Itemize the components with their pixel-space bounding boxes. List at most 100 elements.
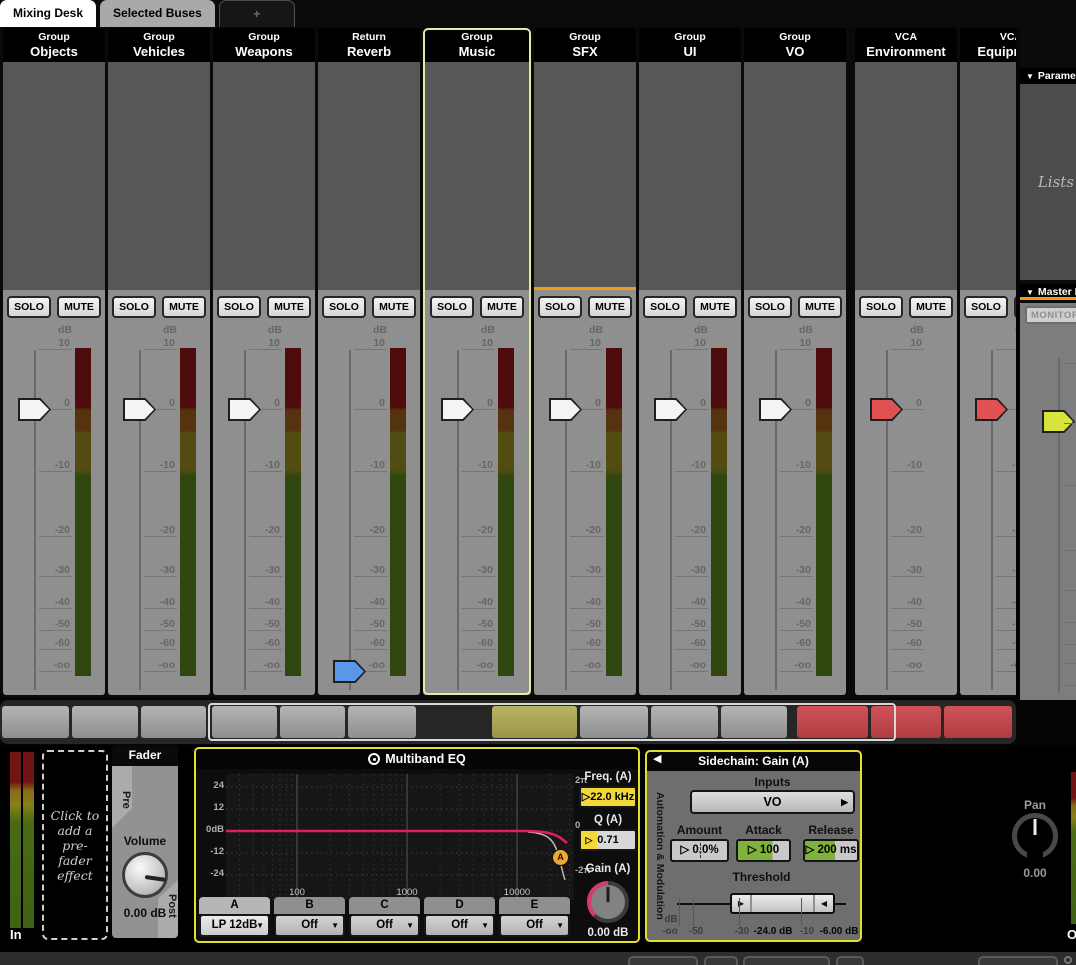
pan-knob[interactable] <box>1012 813 1058 859</box>
volume-knob[interactable] <box>122 852 168 898</box>
mute-button[interactable]: MUTE <box>588 296 632 318</box>
mute-button[interactable]: MUTE <box>267 296 311 318</box>
gain-value[interactable]: 0.00 dB <box>579 927 637 939</box>
inputs-dropdown[interactable]: VO▶ <box>690 790 855 814</box>
mute-button[interactable]: MUTE <box>1014 296 1016 318</box>
freq-value-box[interactable]: ▷22.0 kHz <box>579 786 637 808</box>
channel-strip-environment[interactable]: VCA Environment SOLO MUTE dB 100-10-20-3… <box>855 28 957 695</box>
bypass-toggle-icon[interactable] <box>368 753 380 765</box>
eq-panel-header[interactable]: Multiband EQ <box>196 749 638 769</box>
amount-value-box[interactable]: ▷ 0.0% <box>670 839 729 862</box>
mute-button[interactable]: MUTE <box>798 296 842 318</box>
strip-effect-deck[interactable] <box>108 62 210 290</box>
channel-strip-ui[interactable]: Group UI SOLO MUTE dB 100-10-20-30-40-50… <box>639 28 741 695</box>
eq-band-a-handle[interactable]: A <box>552 849 569 866</box>
clipped-button[interactable] <box>743 956 830 965</box>
strip-header[interactable]: Group UI <box>639 28 741 62</box>
strip-effect-deck[interactable] <box>534 62 636 290</box>
solo-button[interactable]: SOLO <box>430 296 474 318</box>
strip-header[interactable]: Group VO <box>744 28 846 62</box>
sidechain-header[interactable]: Sidechain: Gain (A) <box>647 752 860 771</box>
eq-band-type-dropdown[interactable]: Off▼ <box>274 914 345 937</box>
strip-effect-deck[interactable] <box>423 62 531 290</box>
clipped-button[interactable] <box>978 956 1058 965</box>
solo-button[interactable]: SOLO <box>7 296 51 318</box>
solo-button[interactable]: SOLO <box>643 296 687 318</box>
overview-block[interactable] <box>2 706 69 738</box>
add-prefader-effect-slot[interactable]: Click to add a pre-fader effect <box>42 750 108 940</box>
solo-button[interactable]: SOLO <box>859 296 903 318</box>
eq-band-tab[interactable]: B <box>274 897 345 914</box>
eq-band-tab[interactable]: D <box>424 897 495 914</box>
eq-band-type-dropdown[interactable]: Off▼ <box>499 914 570 937</box>
strip-header[interactable]: VCA Environment <box>855 28 957 62</box>
clipped-knob[interactable] <box>1064 956 1072 964</box>
channel-strip-sfx[interactable]: Group SFX SOLO MUTE dB 100-10-20-30-40-5… <box>534 28 636 695</box>
clipped-button[interactable] <box>836 956 864 965</box>
master-fader-handle[interactable] <box>1042 410 1075 433</box>
clipped-button[interactable] <box>628 956 698 965</box>
strip-effect-deck[interactable] <box>318 62 420 290</box>
clipped-button[interactable] <box>704 956 738 965</box>
mute-button[interactable]: MUTE <box>693 296 737 318</box>
strip-header[interactable]: Group Music <box>423 28 531 62</box>
threshold-high-handle[interactable]: ◀ <box>813 895 833 912</box>
strip-effect-deck[interactable] <box>744 62 846 290</box>
strip-header[interactable]: Group SFX <box>534 28 636 62</box>
eq-graph[interactable] <box>226 774 574 900</box>
strip-effect-deck[interactable] <box>3 62 105 290</box>
solo-button[interactable]: SOLO <box>322 296 366 318</box>
channel-strip-vehicles[interactable]: Group Vehicles SOLO MUTE dB 100-10-20-30… <box>108 28 210 695</box>
overview-block[interactable] <box>141 706 206 738</box>
solo-button[interactable]: SOLO <box>964 296 1008 318</box>
channel-strip-reverb[interactable]: Return Reverb SOLO MUTE dB 100-10-20-30-… <box>318 28 420 695</box>
strip-header[interactable]: VCA Equipment <box>960 28 1016 62</box>
parameters-header[interactable]: ▼Parameters <box>1020 68 1076 84</box>
attack-value-box[interactable]: ▷ 100 ms <box>736 839 791 862</box>
solo-button[interactable]: SOLO <box>112 296 156 318</box>
collapse-left-icon[interactable]: ◀ <box>653 752 661 765</box>
solo-button[interactable]: SOLO <box>748 296 792 318</box>
overview-viewport-frame[interactable] <box>208 703 896 741</box>
eq-band-tab[interactable]: A <box>199 897 270 914</box>
eq-band-tab[interactable]: E <box>499 897 570 914</box>
volume-value[interactable]: 0.00 dB <box>112 906 178 920</box>
strip-header[interactable]: Group Objects <box>3 28 105 62</box>
pan-value[interactable]: 0.00 <box>1012 866 1058 880</box>
master-bus-header[interactable]: ▼Master Bus <box>1020 284 1076 300</box>
mute-button[interactable]: MUTE <box>162 296 206 318</box>
channel-strip-music[interactable]: Group Music SOLO MUTE dB 100-10-20-30-40… <box>423 28 531 695</box>
channel-strip-equipment[interactable]: VCA Equipment SOLO MUTE dB 100-10-20-30-… <box>960 28 1016 695</box>
strip-header[interactable]: Return Reverb <box>318 28 420 62</box>
strip-effect-deck[interactable] <box>639 62 741 290</box>
overview-block[interactable] <box>72 706 138 738</box>
add-tab-button[interactable]: + <box>219 0 295 27</box>
threshold-range-slider[interactable]: ▶ ◀ <box>730 893 835 914</box>
eq-band-type-dropdown[interactable]: Off▼ <box>349 914 420 937</box>
q-value-box[interactable]: 0.71 <box>579 829 637 851</box>
eq-band-type-dropdown[interactable]: LP 12dB▼ <box>199 914 270 937</box>
solo-button[interactable]: SOLO <box>217 296 261 318</box>
pre-fader-tab[interactable]: Pre <box>112 766 132 828</box>
monitor-button[interactable]: MONITOR <box>1025 306 1076 324</box>
solo-button[interactable]: SOLO <box>538 296 582 318</box>
mixer-overview-bar[interactable] <box>0 700 1016 744</box>
threshold-low-handle[interactable]: ▶ <box>732 895 752 912</box>
strip-header[interactable]: Group Weapons <box>213 28 315 62</box>
channel-strip-objects[interactable]: Group Objects SOLO MUTE dB 100-10-20-30-… <box>3 28 105 695</box>
eq-band-tab[interactable]: C <box>349 897 420 914</box>
strip-effect-deck[interactable] <box>960 62 1016 290</box>
mute-button[interactable]: MUTE <box>909 296 953 318</box>
tab-selected-buses[interactable]: Selected Buses <box>100 0 215 27</box>
tab-mixing-desk[interactable]: Mixing Desk <box>0 0 96 27</box>
strip-header[interactable]: Group Vehicles <box>108 28 210 62</box>
release-value-box[interactable]: ▷ 200 ms <box>803 839 859 862</box>
mute-button[interactable]: MUTE <box>372 296 416 318</box>
gain-knob[interactable] <box>587 881 629 923</box>
channel-strip-vo[interactable]: Group VO SOLO MUTE dB 100-10-20-30-40-50… <box>744 28 846 695</box>
channel-strip-weapons[interactable]: Group Weapons SOLO MUTE dB 100-10-20-30-… <box>213 28 315 695</box>
overview-block[interactable] <box>944 706 1012 738</box>
mute-button[interactable]: MUTE <box>480 296 524 318</box>
strip-effect-deck[interactable] <box>855 62 957 290</box>
mute-button[interactable]: MUTE <box>57 296 101 318</box>
